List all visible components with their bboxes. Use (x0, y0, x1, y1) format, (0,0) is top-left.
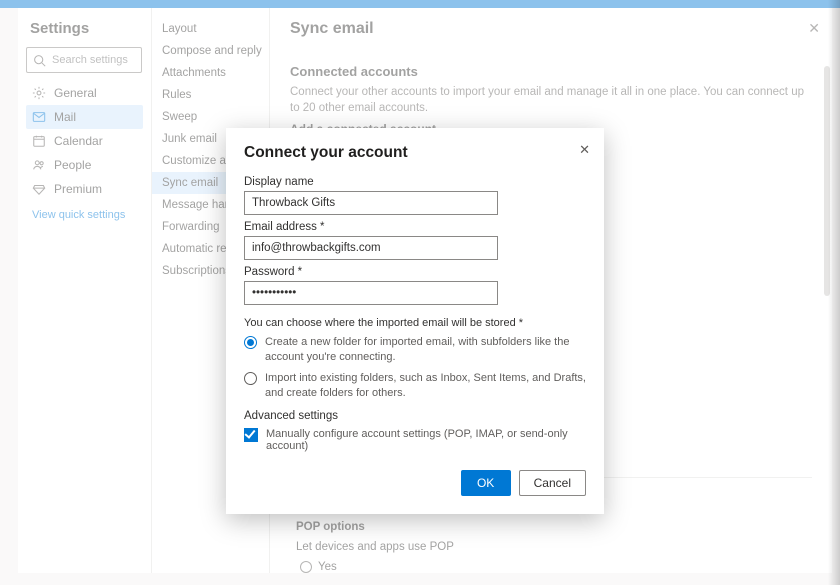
manual-config-checkbox[interactable]: Manually configure account settings (POP… (244, 428, 586, 452)
store-option-new-folder[interactable]: Create a new folder for imported email, … (244, 335, 586, 365)
display-name-label: Display name (244, 176, 586, 188)
password-input[interactable] (244, 281, 498, 305)
radio-icon (244, 336, 257, 349)
cancel-button[interactable]: Cancel (519, 470, 586, 496)
radio-icon (244, 372, 257, 385)
store-label: You can choose where the imported email … (244, 317, 586, 329)
dialog-buttons: OK Cancel (244, 470, 586, 496)
close-icon[interactable]: ✕ (579, 142, 590, 158)
store-option-existing[interactable]: Import into existing folders, such as In… (244, 371, 586, 401)
option-label: Import into existing folders, such as In… (265, 371, 586, 401)
email-input[interactable] (244, 236, 498, 260)
checkbox-label: Manually configure account settings (POP… (266, 428, 586, 452)
option-label: Create a new folder for imported email, … (265, 335, 586, 365)
ok-button[interactable]: OK (461, 470, 511, 496)
dialog-title: Connect your account (244, 144, 586, 162)
password-label: Password * (244, 266, 586, 278)
email-label: Email address * (244, 221, 586, 233)
display-name-input[interactable] (244, 191, 498, 215)
app-root: Settings General Mail Calendar People (0, 0, 840, 585)
checkbox-icon (244, 428, 258, 442)
connect-account-dialog: Connect your account ✕ Display name Emai… (226, 128, 604, 514)
advanced-heading: Advanced settings (244, 410, 586, 422)
